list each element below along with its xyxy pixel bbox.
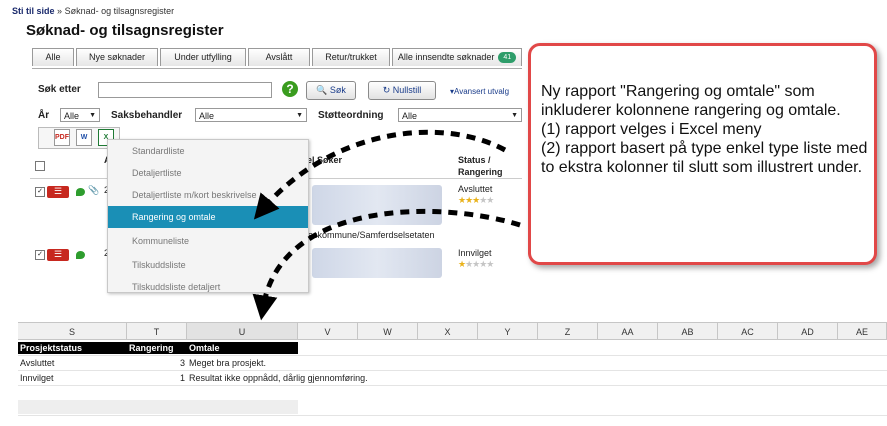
column-letter: T [127,322,187,340]
sheet-cell: 3 [179,358,185,368]
sheet-cell: Meget bra prosjekt. [189,358,267,368]
column-letter: AC [718,322,778,340]
sheet-cell: Resultat ikke oppnådd, dårlig gjennomfør… [189,373,368,383]
column-letter: Y [478,322,538,340]
column-letter: AE [838,322,887,340]
grid-line [18,355,887,356]
grid-line [18,385,887,386]
sheet-row: Innvilget 1 Resultat ikke oppnådd, dårli… [18,372,887,384]
sheet-cell: Avsluttet [20,358,55,368]
column-letter: W [358,322,418,340]
sheet-header-cell: Rangering [129,343,174,353]
column-letter: AA [598,322,658,340]
sheet-cell: Innvilget [20,373,54,383]
spreadsheet-preview: S T U V W X Y Z AA AB AC AD AE Prosjekts… [18,322,887,426]
arrow-to-menu-item [253,129,507,220]
sheet-header-cell: Omtale [189,343,220,353]
sheet-cell: 1 [179,373,185,383]
arrow-to-spreadsheet [252,208,521,321]
sheet-row: Avsluttet 3 Meget bra prosjekt. [18,357,887,369]
grid-line [18,415,887,416]
column-letter: S [18,322,127,340]
sheet-header-row: Prosjektstatus Rangering Omtale [18,342,298,354]
column-letter: X [418,322,478,340]
grid-line [18,370,887,371]
column-letter: AB [658,322,718,340]
column-letter: V [298,322,358,340]
column-letter: Z [538,322,598,340]
sheet-header-cell: Prosjektstatus [20,343,83,353]
shaded-row [18,400,298,414]
column-letter: AD [778,322,838,340]
column-letter: U [187,322,298,340]
